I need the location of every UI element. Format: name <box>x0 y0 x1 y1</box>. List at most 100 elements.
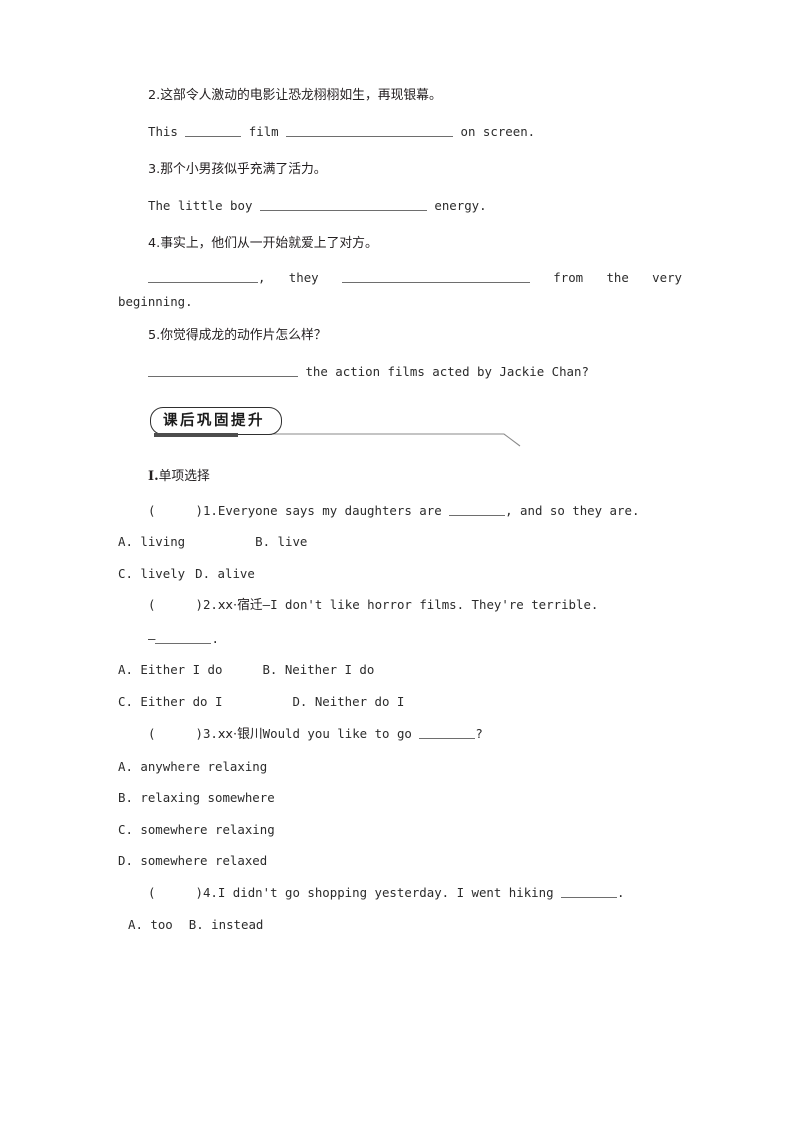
mc-2-option-a-key[interactable]: A. <box>118 662 133 677</box>
part-heading: Ⅰ.单项选择 <box>118 467 682 485</box>
mc-2-option-d-text[interactable]: Neither do I <box>307 694 405 709</box>
translation-item-3-text-b: energy. <box>426 198 487 213</box>
mc-2-option-c-key[interactable]: C. <box>118 694 133 709</box>
mc-3-stem-before: Would you like to go <box>262 726 420 742</box>
mc-4-stem-before: I didn't go shopping yesterday. I went h… <box>217 885 562 901</box>
mc-question-3-option-c: C. somewhere relaxing <box>118 822 682 837</box>
mc-2-option-b-text[interactable]: Neither I do <box>277 662 375 677</box>
blank-field[interactable] <box>449 504 506 516</box>
mc-2-option-a-text[interactable]: Either I do <box>133 662 222 677</box>
mc-2-stem-before: —I don't like horror films. They're terr… <box>262 597 599 613</box>
mc-2-bracket-close: ) <box>195 597 203 613</box>
mc-1-option-d-key[interactable]: D. <box>195 566 210 581</box>
translation-item-4-answer-line2: beginning. <box>118 294 193 310</box>
mc-4-option-a-text[interactable]: too <box>143 917 172 932</box>
mc-1-option-b-text[interactable]: live <box>270 534 308 549</box>
translation-item-2-text-a: This <box>148 124 186 139</box>
worksheet-page: 2.这部令人激动的电影让恐龙栩栩如生，再现银幕。 This film on sc… <box>0 0 800 1132</box>
translation-item-4-number: 4. <box>148 236 161 251</box>
mc-question-2-stem: ()2.xx·宿迁—I don't like horror films. The… <box>118 597 682 614</box>
translation-item-5-answer: the action films acted by Jackie Chan? <box>118 363 682 381</box>
mc-question-4-stem: ()4.I didn't go shopping yesterday. I we… <box>118 886 682 899</box>
translation-item-2-number: 2. <box>148 88 161 103</box>
mc-3-option-c-text[interactable]: somewhere relaxing <box>133 822 274 837</box>
blank-field[interactable] <box>561 886 618 899</box>
mc-question-2-options-row-1: A. Either I do B. Neither I do <box>118 664 682 676</box>
mc-4-option-b-key[interactable]: B. <box>189 917 204 932</box>
mc-3-source: xx·银川 <box>217 727 263 743</box>
mc-4-number: 4. <box>202 885 218 901</box>
mc-question-3-option-d: D. somewhere relaxed <box>118 853 682 868</box>
mc-1-stem-before: Everyone says my daughters are <box>217 502 450 518</box>
mc-3-option-a-key[interactable]: A. <box>118 759 133 774</box>
mc-2-option-b-key[interactable]: B. <box>262 662 277 677</box>
blank-field[interactable] <box>419 727 476 740</box>
mc-2-period: . <box>211 630 219 646</box>
mc-2-bracket-open: ( <box>148 597 156 613</box>
translation-item-4-prompt: 4.事实上，他们从一开始就爱上了对方。 <box>118 234 682 252</box>
translation-item-3-answer: The little boy energy. <box>118 197 682 215</box>
blank-field[interactable] <box>286 125 454 137</box>
mc-1-option-a-key[interactable]: A. <box>118 534 133 549</box>
mc-3-option-d-text[interactable]: somewhere relaxed <box>133 853 267 868</box>
mc-1-bracket-close: ) <box>195 502 203 518</box>
mc-question-3-option-b: B. relaxing somewhere <box>118 792 682 804</box>
mc-2-dash: — <box>148 630 156 646</box>
section-banner-box: 课后巩固提升 <box>150 406 282 435</box>
mc-1-option-d-text[interactable]: alive <box>210 566 255 581</box>
section-banner-underline <box>154 432 238 437</box>
mc-3-option-b-text[interactable]: relaxing somewhere <box>133 790 274 805</box>
mc-4-bracket-open: ( <box>148 885 156 901</box>
mc-question-3-option-a: A. anywhere relaxing <box>118 759 682 774</box>
section-banner: 课后巩固提升 <box>118 405 682 449</box>
mc-1-bracket-open: ( <box>148 502 156 518</box>
mc-3-option-b-key[interactable]: B. <box>118 790 133 805</box>
translation-item-3-prompt: 3.那个小男孩似乎充满了活力。 <box>118 160 682 178</box>
blank-field[interactable] <box>341 271 530 283</box>
translation-item-4-text-b: from the very <box>529 270 682 285</box>
translation-item-5-text: the action films acted by Jackie Chan? <box>298 363 589 379</box>
translation-item-3-text-a: The little boy <box>148 198 260 213</box>
blank-field[interactable] <box>148 365 298 377</box>
section-banner-title: 课后巩固提升 <box>163 412 265 429</box>
mc-2-number: 2. <box>202 597 218 613</box>
translation-item-4-answer: , they from the very beginning. <box>118 271 682 309</box>
mc-question-1-options-row-2: C. lively D. alive <box>118 566 682 581</box>
mc-1-stem-after: , and so they are. <box>505 502 640 518</box>
mc-question-2-options-row-2: C. Either do I D. Neither do I <box>118 694 682 709</box>
mc-question-3-stem: ()3.xx·银川Would you like to go ? <box>118 727 682 742</box>
mc-3-option-c-key[interactable]: C. <box>118 822 133 837</box>
translation-item-5-number: 5. <box>148 327 161 343</box>
blank-field[interactable] <box>185 125 242 137</box>
mc-1-option-b-key[interactable]: B. <box>255 534 270 549</box>
mc-3-option-a-text[interactable]: anywhere relaxing <box>133 759 267 774</box>
translation-item-3-chinese: 那个小男孩似乎充满了活力。 <box>160 162 327 177</box>
mc-2-option-c-text[interactable]: Either do I <box>133 694 222 709</box>
mc-4-option-b-text[interactable]: instead <box>204 917 263 932</box>
mc-2-option-d-key[interactable]: D. <box>292 694 307 709</box>
mc-4-option-a-key[interactable]: A. <box>128 917 143 932</box>
mc-3-bracket-open: ( <box>148 726 156 742</box>
blank-field[interactable] <box>259 199 427 211</box>
mc-4-bracket-close: ) <box>195 885 203 901</box>
translation-item-2-answer: This film on screen. <box>118 123 682 141</box>
part-heading-label: 单项选择 <box>158 468 210 484</box>
mc-1-option-a-text[interactable]: living <box>133 534 185 549</box>
blank-field[interactable] <box>155 632 212 644</box>
mc-1-option-c-key[interactable]: C. <box>118 566 133 581</box>
translation-item-4-answer-line1: , they from the very <box>118 271 682 284</box>
blank-field[interactable] <box>148 271 258 283</box>
translation-item-2-chinese: 这部令人激动的电影让恐龙栩栩如生，再现银幕。 <box>160 88 442 103</box>
mc-3-option-d-key[interactable]: D. <box>118 853 133 868</box>
mc-3-number: 3. <box>202 726 218 742</box>
mc-4-stem-after: . <box>617 885 625 901</box>
mc-1-option-c-text[interactable]: lively <box>133 566 185 581</box>
mc-3-bracket-close: ) <box>195 726 203 742</box>
mc-question-4-options-row-1: A. too B. instead <box>118 917 682 932</box>
translation-item-2-text-c: on screen. <box>453 124 536 139</box>
mc-2-source: xx·宿迁 <box>217 598 263 614</box>
translation-item-2-prompt: 2.这部令人激动的电影让恐龙栩栩如生，再现银幕。 <box>118 86 682 104</box>
translation-item-4-text-a: , they <box>258 270 342 285</box>
translation-item-3-number: 3. <box>148 162 161 177</box>
translation-item-5-prompt: 5.你觉得成龙的动作片怎么样？ <box>118 326 682 344</box>
